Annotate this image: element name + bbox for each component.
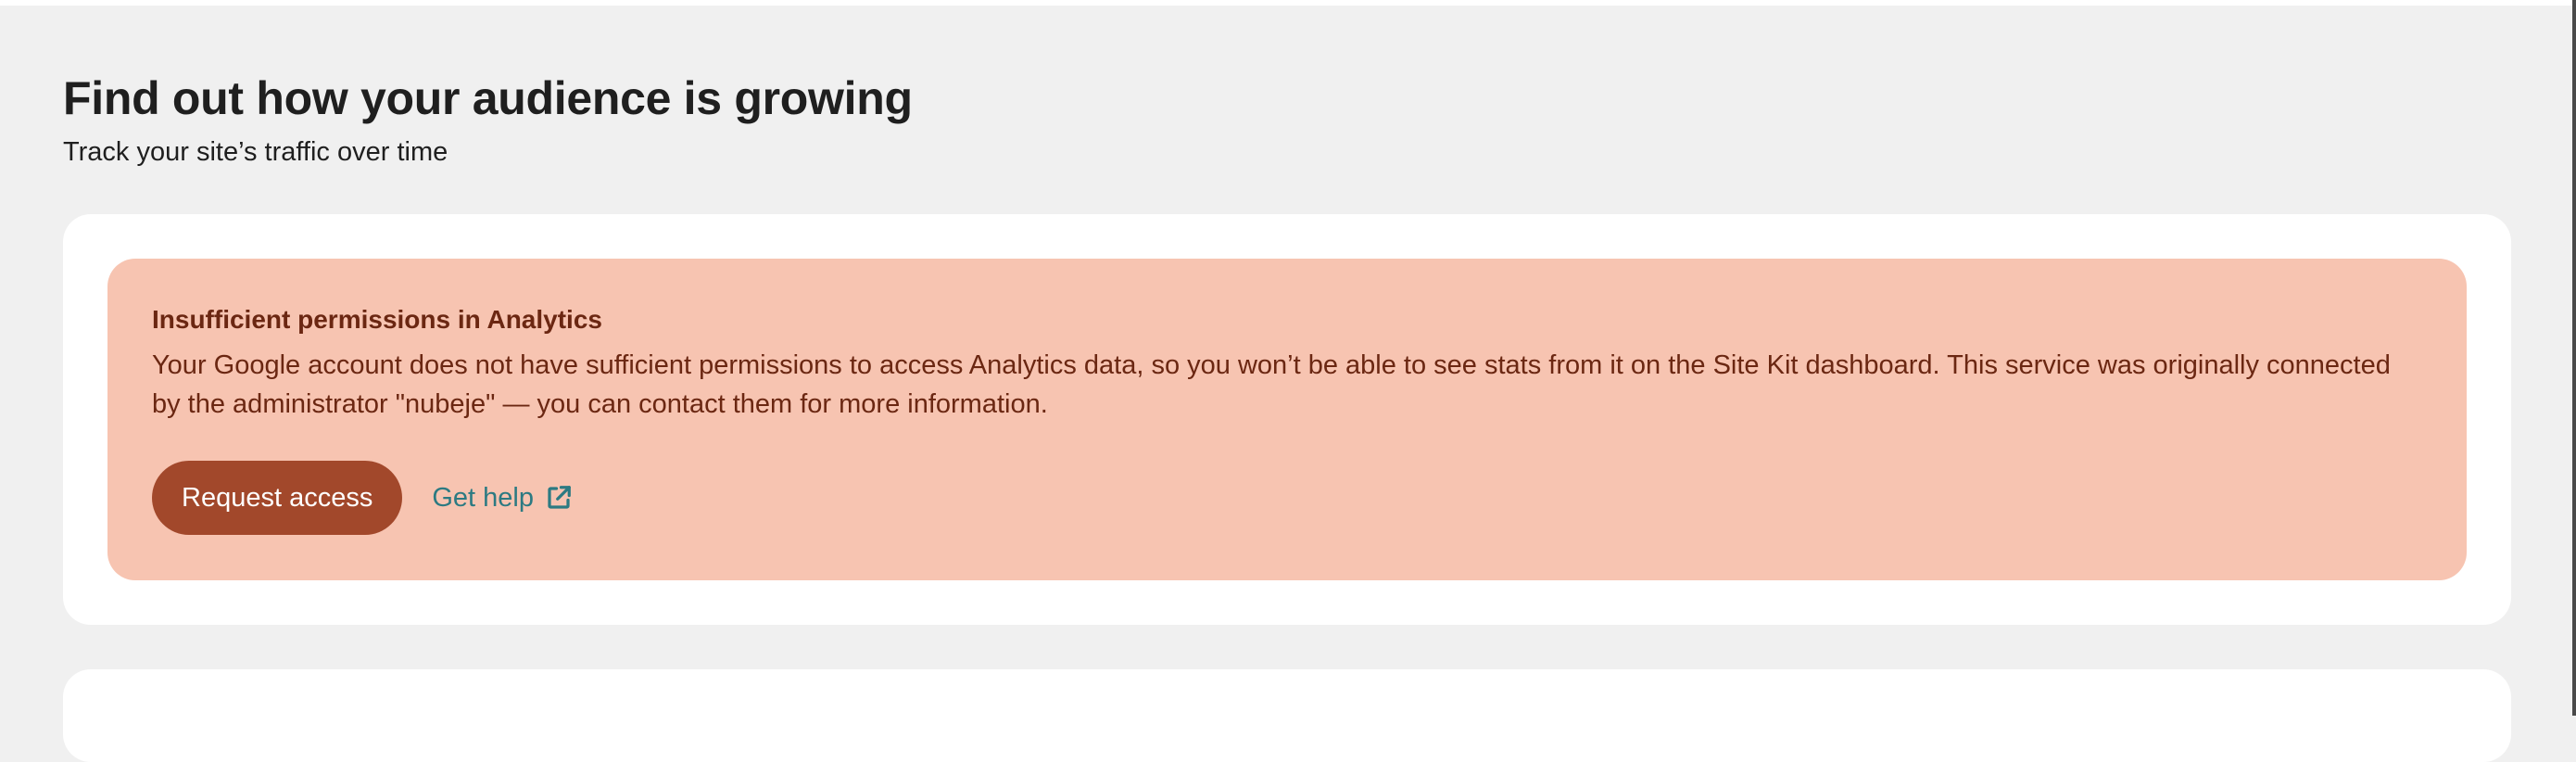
get-help-label: Get help [432, 482, 534, 513]
permissions-error-notice: Insufficient permissions in Analytics Yo… [107, 259, 2467, 580]
notice-title: Insufficient permissions in Analytics [152, 305, 602, 334]
window-edge [2572, 0, 2576, 716]
external-link-icon [545, 484, 573, 512]
notice-actions: Request access Get help [152, 461, 573, 535]
page-subtitle: Track your site’s traffic over time [63, 137, 448, 167]
page-title: Find out how your audience is growing [63, 72, 913, 124]
top-edge [0, 0, 2576, 6]
analytics-widget-card: Insufficient permissions in Analytics Yo… [63, 214, 2511, 625]
get-help-link[interactable]: Get help [432, 483, 573, 514]
next-widget-card [63, 669, 2511, 762]
notice-description: Your Google account does not have suffic… [152, 350, 2391, 419]
request-access-button[interactable]: Request access [152, 461, 403, 535]
